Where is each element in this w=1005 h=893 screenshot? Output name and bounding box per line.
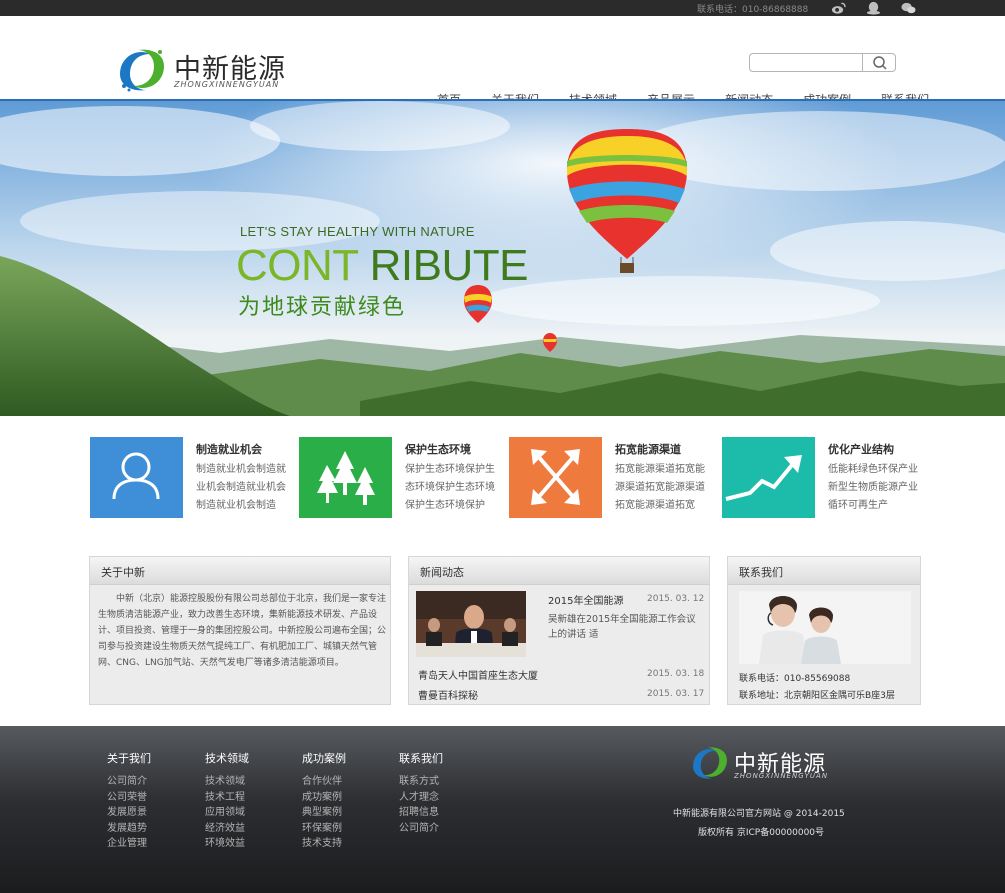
- feature-title: 优化产业结构: [828, 443, 894, 456]
- footer-link[interactable]: 应用领域: [205, 805, 249, 821]
- footer-column-tech: 技术领域 技术领域 技术工程 应用领域 经济效益 环境效益: [205, 750, 249, 852]
- logo-text-en: ZHONGXINNENGYUAN: [174, 80, 280, 89]
- news-featured-summary[interactable]: 吴新雄在2015年全国能源工作会议上的讲话 适: [548, 612, 705, 642]
- contact-title[interactable]: 联系我们: [739, 564, 783, 580]
- weibo-icon[interactable]: [831, 1, 846, 15]
- footer-column-head[interactable]: 关于我们: [107, 750, 151, 766]
- banner-slogan-part-2: RIBUTE: [369, 241, 529, 290]
- banner-slogan-en: LET'S STAY HEALTHY WITH NATURE: [240, 224, 475, 239]
- feature-desc: 低能耗绿色环保产业新型生物质能源产业循环可再生产: [828, 464, 918, 511]
- expand-arrows-icon: [531, 449, 580, 505]
- user-icon: [112, 452, 160, 500]
- top-bar: 联系电话：010-86868888: [0, 0, 1005, 16]
- footer-logo-text-en: ZHONGXINNENGYUAN: [734, 772, 829, 780]
- search-icon[interactable]: [865, 54, 895, 71]
- news-item-date: 2015. 03. 18: [647, 669, 705, 679]
- footer-link[interactable]: 技术领域: [205, 774, 249, 790]
- about-text: 中新（北京）能源控股股份有限公司总部位于北京，我们是一家专注生物质清洁能源产业，…: [98, 594, 387, 668]
- news-photo[interactable]: [416, 591, 526, 657]
- footer-link[interactable]: 人才理念: [399, 790, 443, 806]
- footer-column-cases: 成功案例 合作伙伴 成功案例 典型案例 环保案例 技术支持: [302, 750, 346, 852]
- news-item-date: 2015. 03. 17: [647, 689, 705, 699]
- wechat-icon[interactable]: [901, 1, 916, 15]
- news-title[interactable]: 新闻动态: [420, 564, 464, 580]
- news-item-title[interactable]: 曹曼百科探秘: [418, 687, 478, 702]
- footer-column-head[interactable]: 技术领域: [205, 750, 249, 766]
- panel-header: 联系我们: [728, 557, 920, 585]
- trees-icon: [317, 451, 375, 505]
- about-title[interactable]: 关于中新: [101, 564, 145, 580]
- footer-link[interactable]: 技术支持: [302, 836, 346, 852]
- news-meeting-image: [416, 591, 526, 657]
- panel-header: 新闻动态: [409, 557, 709, 585]
- search-divider: [862, 54, 863, 71]
- banner-slogan-headline: CONT RIBUTE: [236, 241, 528, 291]
- footer-link[interactable]: 招聘信息: [399, 805, 443, 821]
- feature-icon-box: [90, 437, 183, 518]
- feature-icon-box: [299, 437, 392, 518]
- footer-link[interactable]: 经济效益: [205, 821, 249, 837]
- footer-link[interactable]: 公司荣誉: [107, 790, 151, 806]
- feature-title: 保护生态环境: [405, 443, 471, 456]
- feature-title: 制造就业机会: [196, 443, 262, 456]
- footer-column-contact: 联系我们 联系方式 人才理念 招聘信息 公司简介: [399, 750, 443, 836]
- panel-header: 关于中新: [90, 557, 390, 585]
- footer-link[interactable]: 环境效益: [205, 836, 249, 852]
- feature-icon-box: [722, 437, 815, 518]
- footer-link[interactable]: 发展愿景: [107, 805, 151, 821]
- search-box: [749, 53, 896, 72]
- footer-link[interactable]: 环保案例: [302, 821, 346, 837]
- feature-icon-box: [509, 437, 602, 518]
- contact-photo: [739, 591, 911, 664]
- banner-slogan-part-1: CONT: [236, 241, 370, 290]
- feature-industry[interactable]: 优化产业结构 低能耗绿色环保产业新型生物质能源产业循环可再生产: [722, 437, 932, 519]
- site-header: 中新能源 ZHONGXINNENGYUAN 首页 关于我们 技术领域 产品展示 …: [0, 16, 1005, 122]
- search-input[interactable]: [754, 56, 860, 70]
- site-footer: 关于我们 公司简介 公司荣誉 发展愿景 发展趋势 企业管理 技术领域 技术领域 …: [0, 726, 1005, 893]
- feature-desc: 拓宽能源渠道拓宽能源渠道拓宽能源渠道拓宽能源渠道拓宽: [615, 464, 705, 511]
- banner-slogan-cn: 为地球贡献绿色: [238, 295, 407, 320]
- contact-panel: 联系我们 联系电话：010-85569088 联系地址：北京朝阳区金隅可乐B座3…: [727, 556, 921, 705]
- contact-phone: 联系电话：010-85569088: [739, 674, 851, 684]
- qq-icon[interactable]: [866, 1, 881, 15]
- footer-icp: 版权所有 京ICP备00000000号: [698, 828, 825, 838]
- hero-banner: LET'S STAY HEALTHY WITH NATURE CONT RIBU…: [0, 101, 1005, 416]
- footer-column-head[interactable]: 联系我们: [399, 750, 443, 766]
- news-item-title[interactable]: 青岛天人中国首座生态大厦: [418, 667, 538, 682]
- growth-chart-icon: [725, 455, 802, 501]
- footer-link[interactable]: 合作伙伴: [302, 774, 346, 790]
- footer-link[interactable]: 成功案例: [302, 790, 346, 806]
- footer-link[interactable]: 技术工程: [205, 790, 249, 806]
- news-panel: 新闻动态 2015年全国能源 2015. 03. 12 吴新雄在2015年全国能…: [408, 556, 710, 705]
- site-logo[interactable]: 中新能源 ZHONGXINNENGYUAN: [116, 46, 306, 94]
- footer-logo[interactable]: 中新能源 ZHONGXINNENGYUAN: [690, 744, 840, 784]
- feature-desc: 制造就业机会制造就业机会制造就业机会制造就业机会制造: [196, 464, 286, 511]
- feature-jobs[interactable]: 制造就业机会 制造就业机会制造就业机会制造就业机会制造就业机会制造: [90, 437, 300, 519]
- logo-mark-icon: [693, 747, 727, 779]
- about-panel: 关于中新 中新（北京）能源控股股份有限公司总部位于北京，我们是一家专注生物质清洁…: [89, 556, 391, 705]
- footer-link[interactable]: 企业管理: [107, 836, 151, 852]
- feature-title: 拓宽能源渠道: [615, 443, 681, 456]
- footer-column-head[interactable]: 成功案例: [302, 750, 346, 766]
- customer-service-image: [739, 591, 911, 664]
- top-phone: 联系电话：010-86868888: [697, 5, 809, 15]
- news-featured-date: 2015. 03. 12: [647, 594, 705, 604]
- news-featured-title[interactable]: 2015年全国能源: [548, 592, 623, 607]
- footer-link[interactable]: 发展趋势: [107, 821, 151, 837]
- feature-desc: 保护生态环境保护生态环境保护生态环境保护生态环境保护: [405, 464, 495, 511]
- footer-link[interactable]: 联系方式: [399, 774, 443, 790]
- feature-ecology[interactable]: 保护生态环境 保护生态环境保护生态环境保护生态环境保护生态环境保护: [299, 437, 509, 519]
- footer-link[interactable]: 公司简介: [107, 774, 151, 790]
- contact-address: 联系地址：北京朝阳区金隅可乐B座3层: [739, 691, 895, 701]
- footer-link[interactable]: 公司简介: [399, 821, 443, 837]
- footer-copyright: 中新能源有限公司官方网站 @ 2014-2015: [673, 809, 845, 819]
- footer-link[interactable]: 典型案例: [302, 805, 346, 821]
- logo-mark-icon: [120, 49, 164, 92]
- feature-energy-channels[interactable]: 拓宽能源渠道 拓宽能源渠道拓宽能源渠道拓宽能源渠道拓宽能源渠道拓宽: [509, 437, 719, 519]
- footer-column-about: 关于我们 公司简介 公司荣誉 发展愿景 发展趋势 企业管理: [107, 750, 151, 852]
